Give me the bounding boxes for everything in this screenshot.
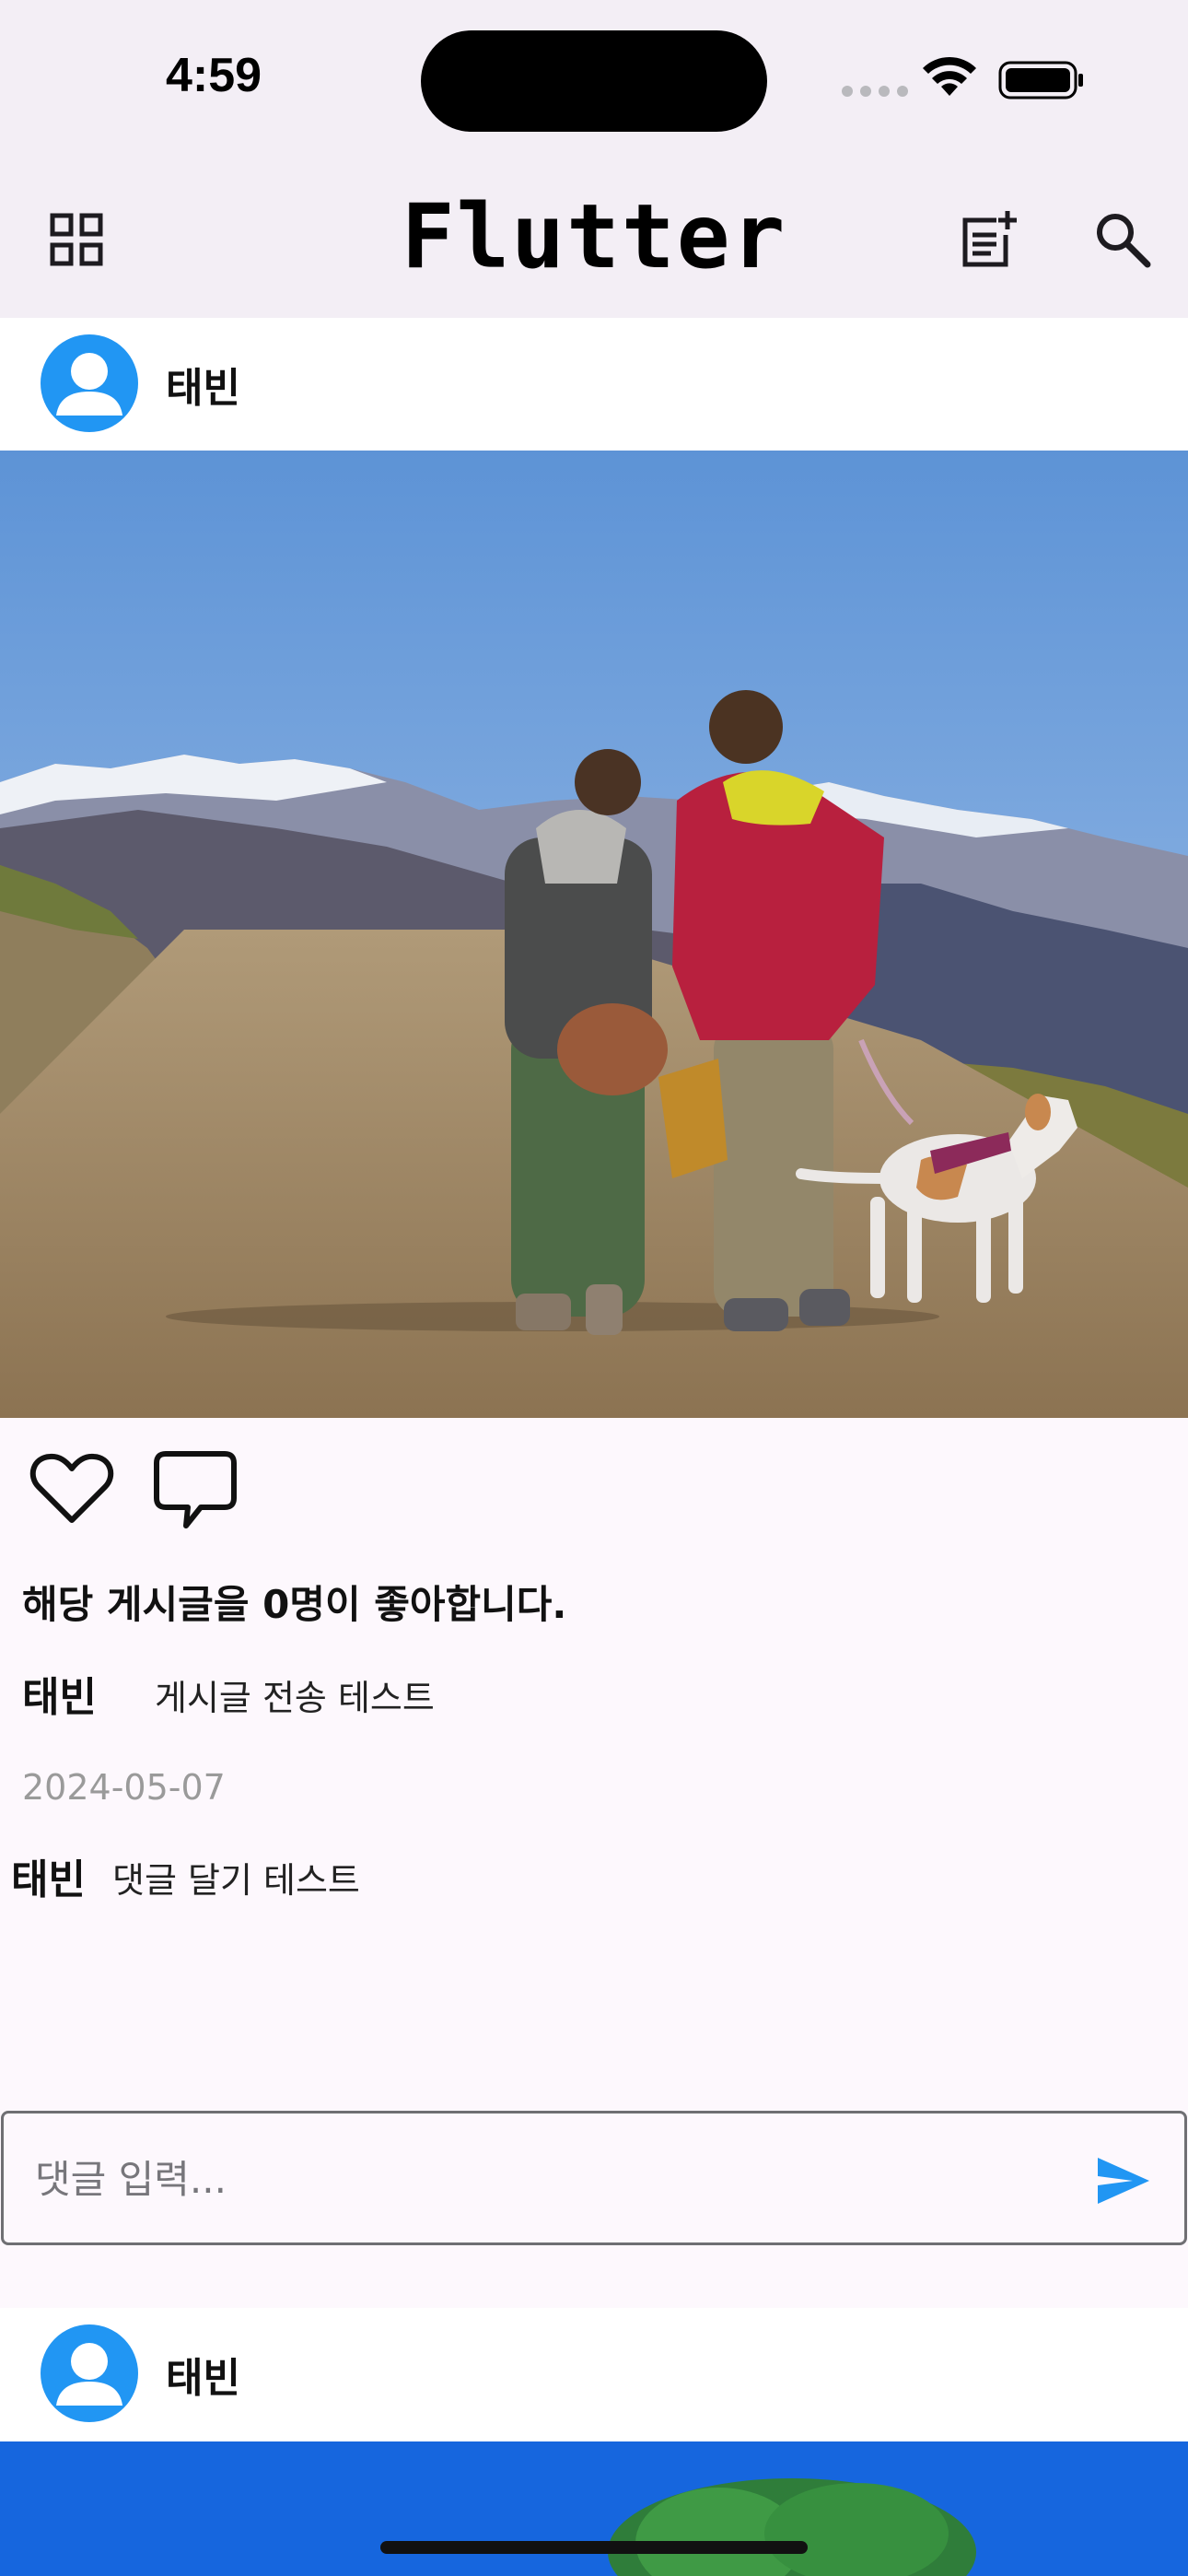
- app-bar: Flutter: [0, 161, 1188, 318]
- post-image-2[interactable]: [0, 2441, 1188, 2576]
- cellular-signal-icon: [842, 86, 908, 97]
- post-image[interactable]: [0, 451, 1188, 1418]
- person-icon: [56, 353, 122, 416]
- status-bar: 4:59: [0, 0, 1188, 161]
- comment-text: 댓글 달기 테스트: [112, 1860, 360, 1901]
- comment-input[interactable]: [35, 2147, 1048, 2211]
- comment-author[interactable]: 태빈: [11, 1846, 86, 1905]
- post-header: 태빈: [0, 318, 1188, 451]
- chat-bubble-outline-icon[interactable]: [153, 1450, 238, 1529]
- author-avatar[interactable]: [41, 334, 138, 432]
- post-author-name-2[interactable]: 태빈: [166, 2345, 240, 2404]
- home-indicator[interactable]: [380, 2541, 808, 2554]
- post-date: 2024-05-07: [22, 1767, 226, 1808]
- post-header-2: 태빈: [0, 2308, 1188, 2441]
- caption-text: 게시글 전송 테스트: [155, 1678, 435, 1718]
- author-avatar-2[interactable]: [41, 2324, 138, 2422]
- status-time: 4:59: [166, 49, 262, 102]
- post-author-name[interactable]: 태빈: [166, 355, 240, 414]
- heart-outline-icon[interactable]: [29, 1452, 114, 1526]
- search-icon[interactable]: [1092, 209, 1153, 270]
- caption-author[interactable]: 태빈: [22, 1664, 97, 1723]
- person-icon: [56, 2343, 122, 2406]
- comment-input-box[interactable]: [1, 2111, 1187, 2245]
- send-icon[interactable]: [1096, 2156, 1151, 2206]
- dynamic-island: [421, 30, 767, 132]
- likes-count-text: 해당 게시글을 0명이 좋아합니다.: [22, 1582, 567, 1627]
- wifi-icon: [923, 56, 976, 96]
- battery-icon: [998, 61, 1083, 100]
- post-add-icon[interactable]: [958, 209, 1019, 270]
